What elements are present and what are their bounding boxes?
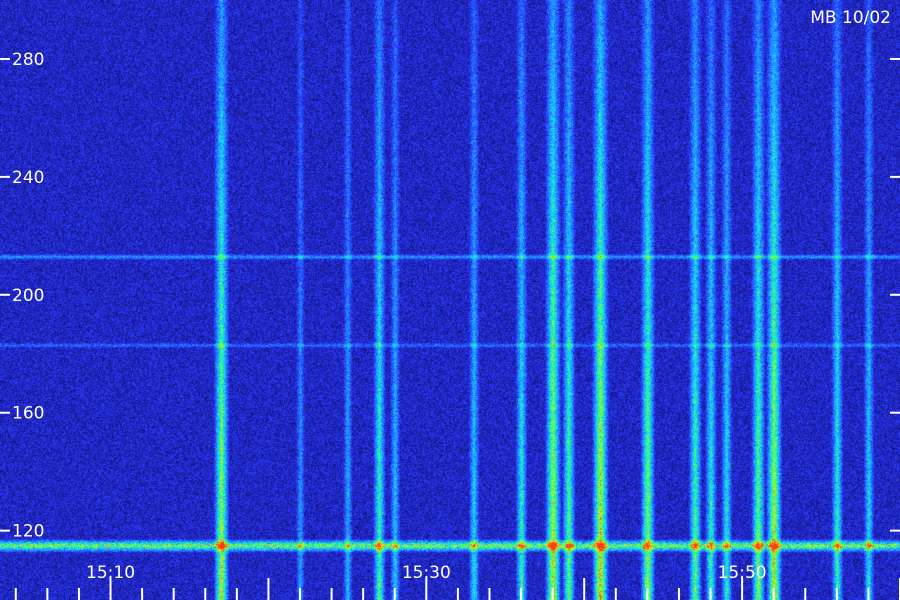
y-tick-label: 160 [12,404,44,424]
x-axis: 15:10 15:30 15:50 [14,563,900,600]
y-tick-label: 280 [12,50,44,70]
y-axis-right [890,57,900,532]
spectrogram-chart: 120 160 200 240 280 15:10 15:30 15:50 MB 10/02 [0,0,900,600]
y-tick-label: 240 [12,168,44,188]
axis-overlay: 120 160 200 240 280 15:10 15:30 15:50 MB 10/02 [0,8,900,600]
station-label: MB 10/02 [810,8,891,28]
y-tick-label: 200 [12,286,44,306]
x-tick-label: 15:30 [402,563,451,583]
x-tick-label: 15:50 [718,563,767,583]
y-axis-left: 120 160 200 240 280 [0,50,44,542]
x-tick-label: 15:10 [86,563,135,583]
y-tick-label: 120 [12,522,44,542]
